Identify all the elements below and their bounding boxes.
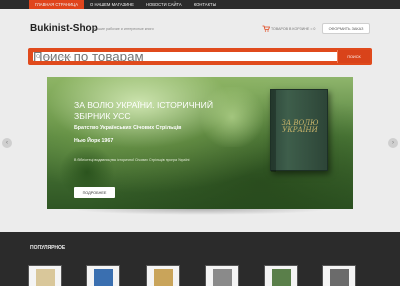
book-thumb-image bbox=[94, 269, 113, 286]
book-thumb-image bbox=[213, 269, 232, 286]
slide-place-year: Нью Йорк 1967 bbox=[74, 138, 114, 144]
slide-title: ЗА ВОЛЮ УКРАЇНИ. ІСТОРИЧНИЙ ЗБІРНИК УСС bbox=[74, 100, 214, 121]
search-icon bbox=[36, 54, 41, 59]
popular-book-thumb[interactable] bbox=[264, 265, 298, 286]
nav-item-contacts[interactable]: КОНТАКТЫ bbox=[188, 0, 223, 9]
slide-description: В бібліотеці видавництва історичної Січо… bbox=[74, 158, 190, 162]
site-tagline: Лучшие рабочие и интересные книги bbox=[92, 27, 154, 31]
nav-item-about[interactable]: О НАШЕМ МАГАЗИНЕ bbox=[84, 0, 140, 9]
cart-icon[interactable] bbox=[262, 25, 270, 32]
checkout-button[interactable]: ОФОРМИТЬ ЗАКАЗ bbox=[322, 23, 370, 34]
search-input[interactable] bbox=[33, 52, 363, 61]
popular-book-thumb[interactable] bbox=[146, 265, 180, 286]
book-thumb-image bbox=[272, 269, 291, 286]
search-bar bbox=[28, 48, 372, 65]
nav-menu: ГЛАВНАЯ СТРАНИЦА О НАШЕМ МАГАЗИНЕ НОВОСТ… bbox=[29, 0, 222, 9]
nav-item-news[interactable]: НОВОСТИ САЙТА bbox=[140, 0, 188, 9]
book-cover-title: ЗА ВОЛЮ УКРАЇНИ bbox=[281, 119, 319, 134]
chevron-left-icon[interactable]: ‹ bbox=[2, 138, 12, 148]
search-button[interactable]: ПОИСК bbox=[337, 50, 370, 63]
top-navigation: ГЛАВНАЯ СТРАНИЦА О НАШЕМ МАГАЗИНЕ НОВОСТ… bbox=[0, 0, 400, 9]
search-placeholder-text: Поиск по товарам bbox=[43, 55, 72, 59]
popular-book-thumb[interactable] bbox=[205, 265, 239, 286]
nav-item-home[interactable]: ГЛАВНАЯ СТРАНИЦА bbox=[29, 0, 85, 9]
popular-book-thumb[interactable] bbox=[28, 265, 62, 286]
popular-title: ПОПУЛЯРНОЕ bbox=[30, 245, 66, 251]
book-cover-image[interactable]: ЗА ВОЛЮ УКРАЇНИ bbox=[270, 89, 328, 172]
book-thumb-image bbox=[154, 269, 173, 286]
slider-shadow bbox=[70, 209, 330, 215]
details-button[interactable]: ПОДРОБНЕЕ bbox=[74, 187, 115, 198]
popular-book-thumb[interactable] bbox=[86, 265, 120, 286]
cart-count[interactable]: ТОВАРОВ В КОРЗИНЕ = 0 bbox=[271, 27, 315, 31]
slide-author: Братство Українських Січових Стрільців bbox=[74, 125, 182, 131]
site-logo[interactable]: Bukinist-Shop bbox=[30, 23, 98, 34]
hero-slider: ЗА ВОЛЮ УКРАЇНИ. ІСТОРИЧНИЙ ЗБІРНИК УСС … bbox=[47, 77, 353, 209]
book-thumb-image bbox=[36, 269, 55, 286]
book-thumb-image bbox=[330, 269, 349, 286]
chevron-right-icon[interactable]: › bbox=[388, 138, 398, 148]
popular-book-thumb[interactable] bbox=[322, 265, 356, 286]
